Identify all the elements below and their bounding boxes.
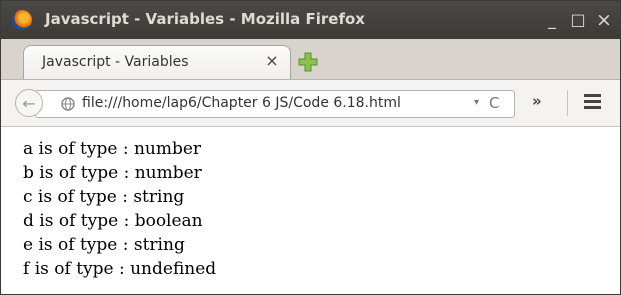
chevron-down-icon[interactable]: ▾ (474, 97, 479, 108)
navigation-bar: file:///home/lap6/Chapter 6 JS/Code 6.18… (1, 80, 620, 127)
output-line: a is of type : number (23, 139, 202, 159)
minimize-button[interactable]: _ (541, 9, 563, 31)
overflow-chevron-icon[interactable]: » (532, 92, 542, 110)
url-text: file:///home/lap6/Chapter 6 JS/Code 6.18… (82, 95, 401, 111)
output-line: c is of type : string (23, 187, 185, 207)
output-line: e is of type : string (23, 235, 185, 255)
output-line: d is of type : boolean (23, 211, 203, 231)
firefox-icon (12, 10, 32, 30)
reload-icon[interactable]: C (489, 94, 499, 112)
hamburger-icon[interactable] (584, 94, 601, 110)
maximize-button[interactable]: □ (567, 9, 589, 31)
new-tab-button[interactable] (297, 51, 319, 73)
toolbar-separator (567, 90, 568, 116)
browser-window: Javascript - Variables - Mozilla Firefox… (0, 0, 621, 295)
tab-title: Javascript - Variables (42, 54, 189, 70)
globe-icon (61, 97, 75, 111)
plus-icon (298, 52, 318, 72)
output-line: b is of type : number (23, 163, 202, 183)
tab-active[interactable]: Javascript - Variables × (23, 45, 291, 79)
back-arrow-icon: ← (22, 93, 36, 113)
output-line: f is of type : undefined (23, 259, 217, 279)
tab-close-icon[interactable]: × (263, 52, 281, 70)
tab-strip: Javascript - Variables × (1, 39, 620, 80)
url-bar[interactable]: file:///home/lap6/Chapter 6 JS/Code 6.18… (35, 90, 515, 118)
back-button[interactable]: ← (15, 89, 43, 117)
close-window-button[interactable]: × (593, 9, 615, 31)
page-content: a is of type : number b is of type : num… (1, 127, 620, 294)
window-title: Javascript - Variables - Mozilla Firefox (45, 10, 365, 28)
title-bar[interactable]: Javascript - Variables - Mozilla Firefox… (1, 1, 620, 39)
